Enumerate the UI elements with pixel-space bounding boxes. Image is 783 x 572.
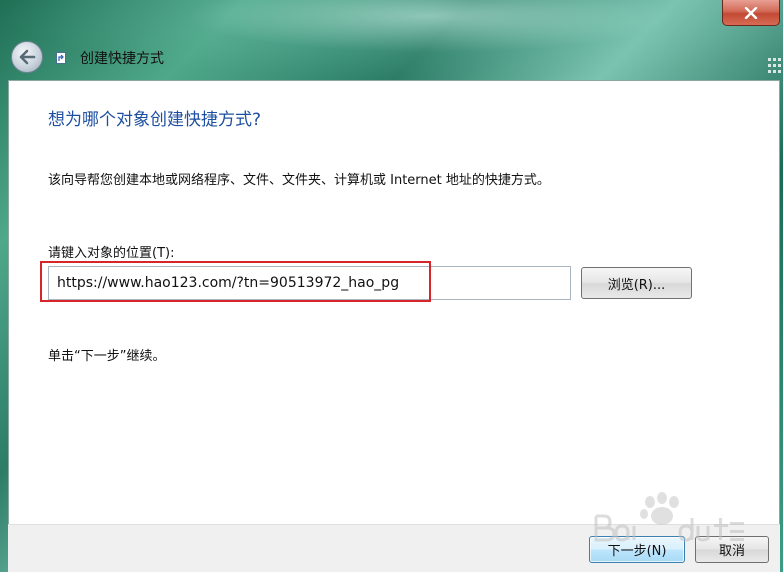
window-glass-frame: [0, 0, 783, 80]
page-title: 想为哪个对象创建快捷方式?: [48, 110, 262, 130]
location-label: 请键入对象的位置(T):: [48, 246, 175, 261]
hint-text: 单击“下一步”继续。: [48, 349, 166, 364]
window-title: 创建快捷方式: [80, 51, 164, 67]
next-button[interactable]: 下一步(N): [589, 536, 685, 563]
wizard-footer: 下一步(N) 取消: [8, 524, 780, 572]
wizard-content: 想为哪个对象创建快捷方式? 该向导帮您创建本地或网络程序、文件、文件夹、计算机或…: [8, 80, 780, 524]
close-button[interactable]: [722, 0, 780, 26]
back-button[interactable]: [11, 41, 43, 73]
cancel-button[interactable]: 取消: [695, 536, 769, 563]
grid-icon: [768, 58, 781, 73]
location-input[interactable]: [48, 266, 571, 300]
shortcut-icon: [56, 52, 66, 64]
browse-button[interactable]: 浏览(R)...: [581, 267, 692, 299]
description-text: 该向导帮您创建本地或网络程序、文件、文件夹、计算机或 Internet 地址的快…: [48, 173, 550, 188]
back-arrow-icon: [19, 49, 36, 65]
close-icon: [744, 6, 758, 19]
